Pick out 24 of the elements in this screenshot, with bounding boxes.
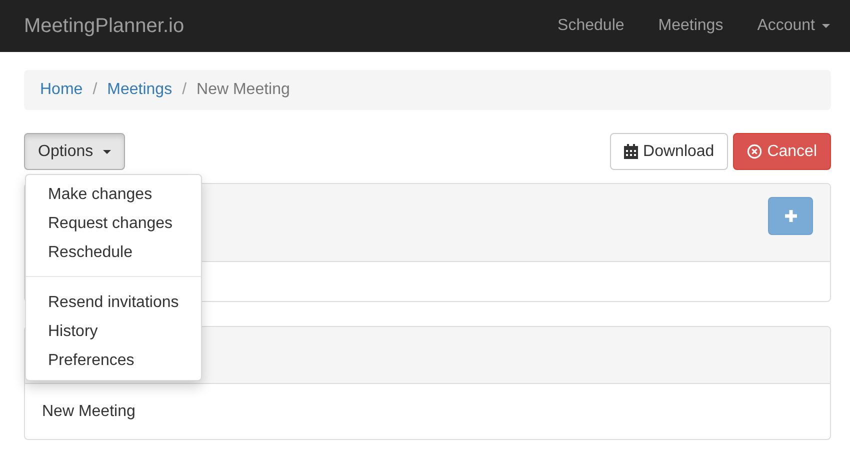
nav-link[interactable]: Account <box>757 17 830 35</box>
menu-item[interactable]: Make changes <box>26 180 201 209</box>
panel-text: New Meeting <box>42 402 136 420</box>
add-button[interactable] <box>768 197 813 235</box>
menu-item[interactable]: Preferences <box>26 346 201 375</box>
menu-item[interactable]: Reschedule <box>26 238 201 267</box>
nav-link[interactable]: Schedule <box>558 17 624 35</box>
close-icon <box>747 144 762 159</box>
brand-link[interactable]: MeetingPlanner.io <box>24 14 184 38</box>
menu-item[interactable]: History <box>26 317 201 346</box>
breadcrumb-separator: / <box>92 81 98 99</box>
calendar-icon <box>624 144 638 159</box>
cancel-button[interactable]: Cancel <box>733 133 831 170</box>
nav-link[interactable]: Meetings <box>658 17 724 35</box>
breadcrumb-link[interactable]: Meetings <box>107 81 172 99</box>
menu-item[interactable]: Request changes <box>26 209 201 238</box>
download-button[interactable]: Download <box>610 133 728 170</box>
caret-icon <box>103 150 112 154</box>
plus-icon <box>784 209 798 223</box>
options-button[interactable]: Options <box>24 133 126 170</box>
breadcrumb-link[interactable]: Home <box>40 81 83 99</box>
menu-item[interactable]: Resend invitations <box>26 288 201 317</box>
breadcrumb-separator: / <box>181 81 188 99</box>
breadcrumb-current: New Meeting <box>196 81 290 99</box>
